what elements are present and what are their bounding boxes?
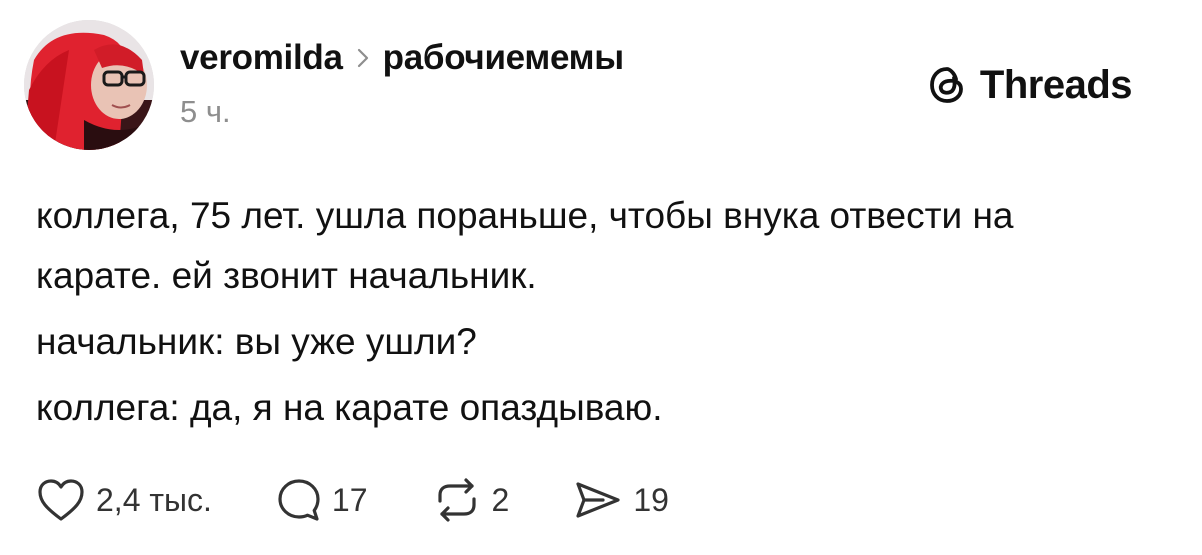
post-actions: 2,4 тыс. 17 2 19 [36,475,669,525]
comment-bubble-icon [278,479,320,521]
community-name[interactable]: рабочиемемы [383,38,624,78]
like-button[interactable]: 2,4 тыс. [36,477,212,523]
send-icon [576,482,620,518]
author-username[interactable]: veromilda [180,38,343,78]
threads-post: veromilda рабочиемемы 5 ч. Threads колле… [0,0,1202,555]
post-paragraph: коллега: да, я на карате опаздываю. [36,387,663,428]
repost-count: 2 [491,481,510,518]
repost-button[interactable]: 2 [432,477,510,523]
threads-brand: Threads [926,60,1133,110]
repost-icon [437,478,476,522]
post-paragraph: коллега, 75 лет. ушла пораньше, чтобы вн… [36,195,1014,296]
post-body: коллега, 75 лет. ушла пораньше, чтобы вн… [36,186,1116,444]
post-paragraph: начальник: вы уже ушли? [36,321,477,362]
chevron-right-icon [357,48,369,68]
post-header: veromilda рабочиемемы [180,32,624,84]
like-count: 2,4 тыс. [96,481,212,518]
threads-wordmark: Threads [979,62,1133,107]
share-count: 19 [633,481,669,518]
threads-logo-icon [926,64,968,106]
reply-count: 17 [331,481,368,518]
share-button[interactable]: 19 [573,477,669,523]
avatar-photo-icon [24,20,154,150]
heart-icon [38,479,84,521]
reply-button[interactable]: 17 [276,477,368,523]
post-timestamp: 5 ч. [180,94,231,129]
avatar[interactable] [24,20,154,150]
